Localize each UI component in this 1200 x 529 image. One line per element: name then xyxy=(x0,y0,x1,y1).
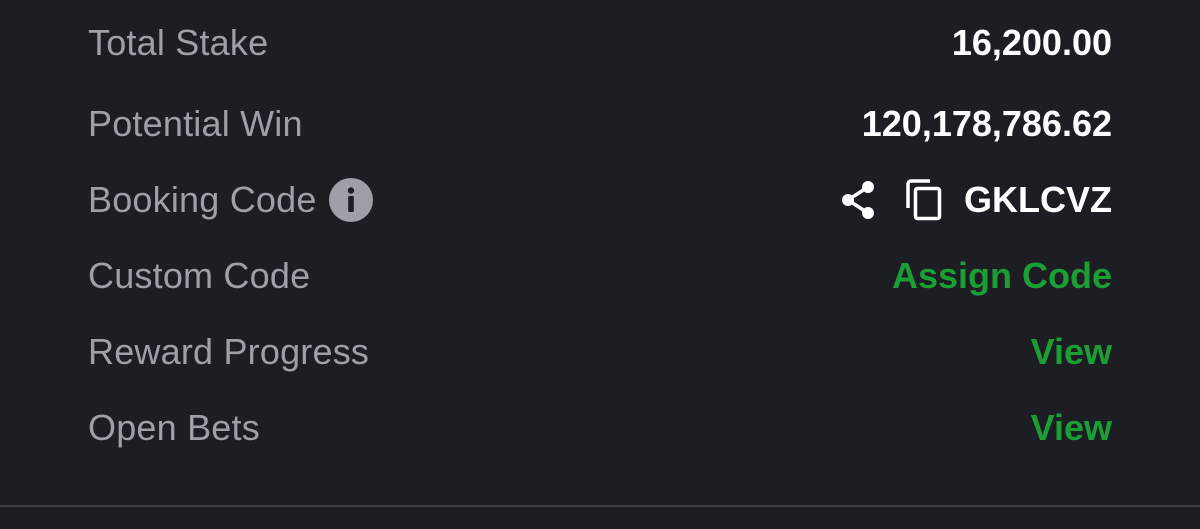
open-bets-label: Open Bets xyxy=(88,407,260,448)
custom-code-row: Custom Code Assign Code xyxy=(88,238,1112,314)
booking-code-label-group: Booking Code xyxy=(88,178,373,222)
potential-win-value: 120,178,786.62 xyxy=(861,103,1112,144)
booking-code-value-group: GKLCVZ xyxy=(838,178,1112,222)
booking-code-label: Booking Code xyxy=(88,179,317,220)
share-icon[interactable] xyxy=(838,179,878,221)
bet-summary-panel: Total Stake 16,200.00 Potential Win 120,… xyxy=(88,0,1112,466)
potential-win-row: Potential Win 120,178,786.62 xyxy=(88,86,1112,162)
booking-code-value: GKLCVZ xyxy=(964,179,1112,220)
booking-code-row: Booking Code GKLCVZ xyxy=(88,162,1112,238)
open-bets-view-link[interactable]: View xyxy=(1031,407,1112,449)
custom-code-label: Custom Code xyxy=(88,255,311,296)
reward-progress-row: Reward Progress View xyxy=(88,314,1112,390)
open-bets-row: Open Bets View xyxy=(88,390,1112,466)
total-stake-row: Total Stake 16,200.00 xyxy=(88,0,1112,86)
bottom-divider xyxy=(0,505,1200,507)
reward-progress-label: Reward Progress xyxy=(88,331,370,372)
reward-progress-view-link[interactable]: View xyxy=(1031,331,1112,373)
copy-icon[interactable] xyxy=(904,178,944,222)
assign-code-link[interactable]: Assign Code xyxy=(892,255,1112,297)
potential-win-label: Potential Win xyxy=(88,103,303,144)
info-icon[interactable] xyxy=(328,178,373,222)
total-stake-label: Total Stake xyxy=(88,22,269,63)
total-stake-value: 16,200.00 xyxy=(951,22,1112,63)
